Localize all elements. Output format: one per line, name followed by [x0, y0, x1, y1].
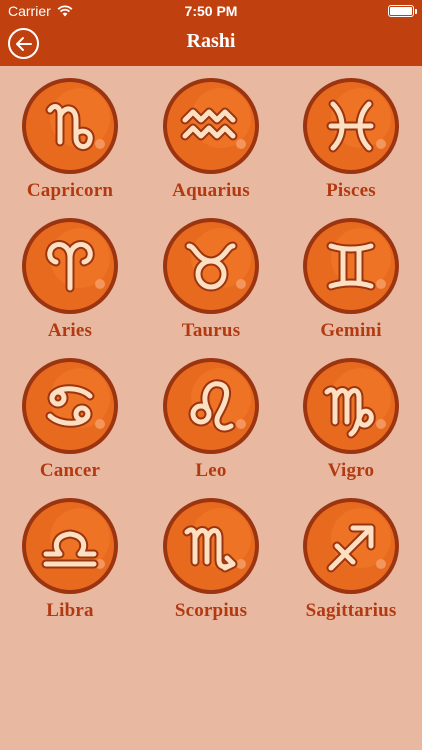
virgo-icon [303, 358, 399, 454]
scorpio-icon [163, 498, 259, 594]
battery-icon [388, 5, 417, 17]
zodiac-tile-vigro[interactable]: Vigro [281, 352, 421, 492]
aquarius-icon [163, 78, 259, 174]
status-time: 7:50 PM [184, 3, 238, 19]
taurus-icon [163, 218, 259, 314]
zodiac-tile-libra[interactable]: Libra [0, 492, 140, 632]
zodiac-tile-scorpius[interactable]: Scorpius [141, 492, 281, 632]
zodiac-tile-leo[interactable]: Leo [141, 352, 281, 492]
libra-icon [22, 498, 118, 594]
zodiac-tile-sagittarius[interactable]: Sagittarius [281, 492, 421, 632]
aries-icon [22, 218, 118, 314]
zodiac-label: Aquarius [172, 180, 250, 201]
status-bar: Carrier 7:50 PM [0, 0, 422, 22]
gemini-icon [303, 218, 399, 314]
zodiac-label: Scorpius [174, 600, 248, 621]
app-header: Carrier 7:50 PM Rashi [0, 0, 422, 66]
zodiac-tile-aries[interactable]: Aries [0, 212, 140, 352]
zodiac-label: Capricorn [26, 180, 114, 201]
leo-icon [163, 358, 259, 454]
zodiac-tile-aquarius[interactable]: Aquarius [141, 72, 281, 212]
zodiac-label: Taurus [181, 320, 241, 341]
zodiac-label: Pisces [326, 180, 376, 201]
zodiac-label: Cancer [39, 460, 101, 481]
zodiac-label: Aries [47, 320, 93, 341]
zodiac-label: Vigro [327, 460, 375, 481]
capricorn-icon [22, 78, 118, 174]
zodiac-label: Libra [46, 600, 94, 621]
zodiac-tile-pisces[interactable]: Pisces [281, 72, 421, 212]
page-title: Rashi [186, 30, 236, 52]
zodiac-label: Leo [195, 460, 227, 481]
zodiac-tile-taurus[interactable]: Taurus [141, 212, 281, 352]
zodiac-label: Sagittarius [305, 600, 397, 621]
zodiac-tile-capricorn[interactable]: Capricorn [0, 72, 140, 212]
sagittarius-icon [303, 498, 399, 594]
zodiac-tile-cancer[interactable]: Cancer [0, 352, 140, 492]
pisces-icon [303, 78, 399, 174]
zodiac-label: Gemini [320, 320, 382, 341]
cancer-icon [22, 358, 118, 454]
zodiac-tile-gemini[interactable]: Gemini [281, 212, 421, 352]
